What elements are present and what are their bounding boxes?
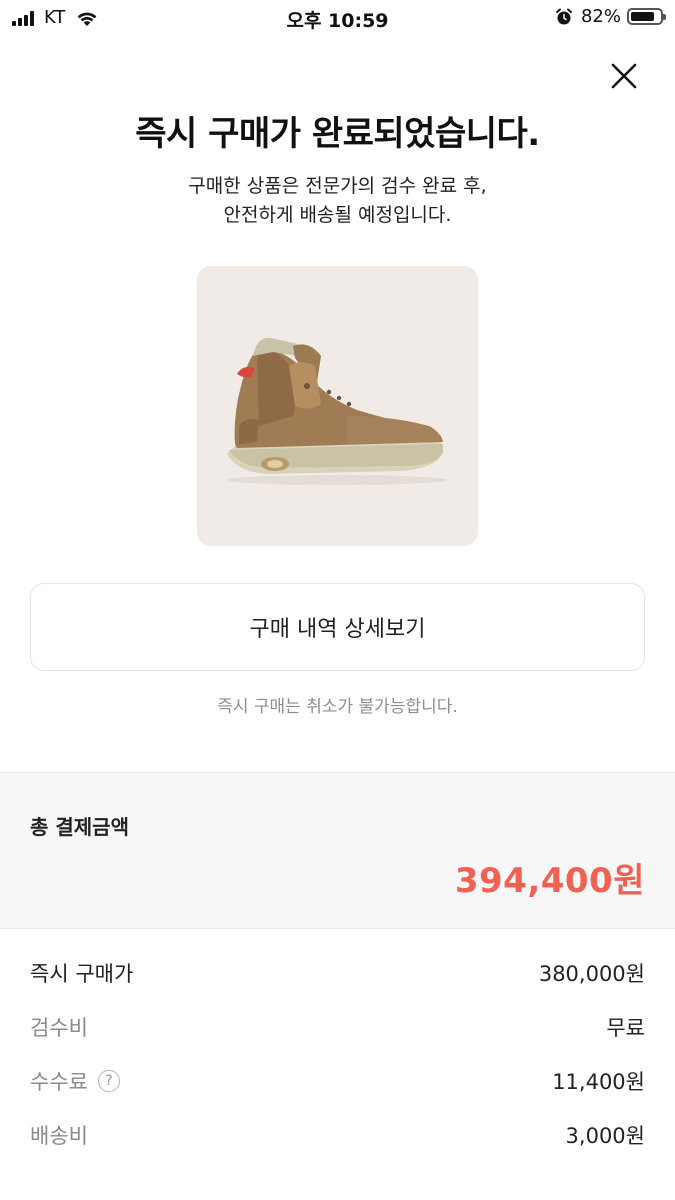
row-label-wrap: 수수료 ? bbox=[30, 1066, 120, 1096]
total-label: 총 결제금액 bbox=[30, 815, 129, 839]
close-button[interactable] bbox=[600, 52, 648, 100]
row-value: 3,000원 bbox=[565, 1124, 645, 1148]
help-icon[interactable]: ? bbox=[97, 1070, 120, 1092]
breakdown-row-shipping: 배송비 3,000원 bbox=[30, 1120, 645, 1174]
product-image-card bbox=[197, 266, 478, 546]
breakdown-row-commission: 수수료 ? 11,400원 bbox=[30, 1066, 645, 1120]
cancel-notice: 즉시 구매는 취소가 불가능합니다. bbox=[217, 697, 458, 717]
status-right: 82% bbox=[555, 6, 666, 27]
breakdown-row-inspection-fee: 검수비 무료 bbox=[30, 1012, 645, 1066]
row-label: 검수비 bbox=[30, 1016, 88, 1040]
subtitle: 구매한 상품은 전문가의 검수 완료 후, 안전하게 배송될 예정입니다. bbox=[0, 172, 675, 230]
row-label: 수수료 bbox=[30, 1070, 88, 1094]
status-bar: KT 오후 10:59 82% bbox=[0, 0, 675, 36]
view-purchase-details-button[interactable]: 구매 내역 상세보기 bbox=[30, 583, 645, 671]
page-title: 즉시 구매가 완료되었습니다. bbox=[135, 114, 540, 154]
total-amount: 394,400원 bbox=[454, 861, 645, 901]
sneaker-image bbox=[227, 337, 447, 485]
alarm-icon bbox=[555, 8, 572, 24]
total-payment-section: 총 결제금액 394,400원 bbox=[0, 772, 675, 929]
row-value: 11,400원 bbox=[552, 1070, 645, 1094]
subtitle-line-2: 안전하게 배송될 예정입니다. bbox=[223, 204, 452, 226]
battery-percent: 82% bbox=[580, 6, 621, 27]
row-label: 배송비 bbox=[30, 1124, 88, 1148]
row-label: 즉시 구매가 bbox=[30, 962, 134, 986]
subtitle-line-1: 구매한 상품은 전문가의 검수 완료 후, bbox=[188, 175, 487, 197]
battery-icon bbox=[627, 8, 666, 25]
battery-level bbox=[631, 12, 654, 21]
breakdown-row-buy-price: 즉시 구매가 380,000원 bbox=[30, 958, 645, 1012]
row-value: 380,000원 bbox=[538, 962, 645, 986]
row-value: 무료 bbox=[606, 1016, 645, 1040]
close-icon bbox=[611, 63, 637, 89]
price-breakdown: 즉시 구매가 380,000원 검수비 무료 수수료 ? 11,400원 배송비… bbox=[30, 958, 645, 1174]
